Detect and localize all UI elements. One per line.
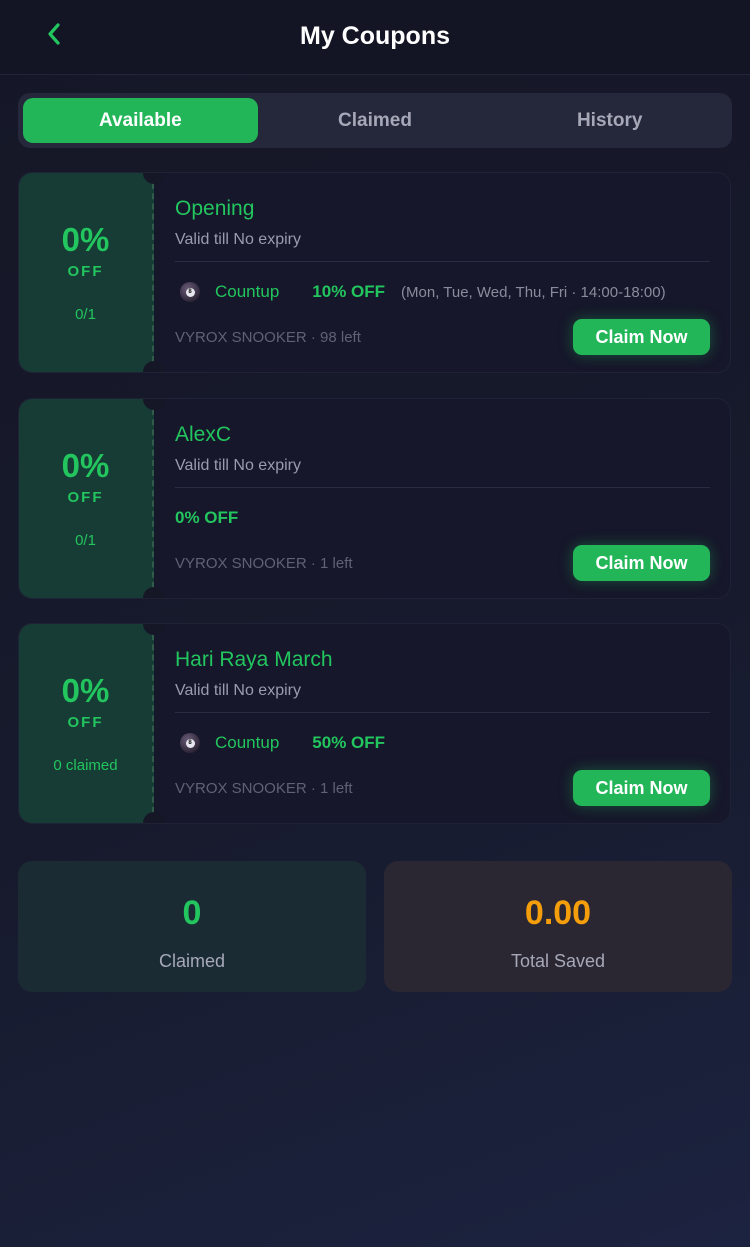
coupon-store: VYROX SNOOKER · 98 left bbox=[175, 329, 361, 346]
coupon-card: 0% OFF 0/1 AlexC Valid till No expiry 0%… bbox=[18, 398, 731, 599]
coupon-card: 0% OFF 0/1 Opening Valid till No expiry … bbox=[18, 172, 731, 373]
claimed-stat-card: 0 Claimed bbox=[18, 861, 366, 992]
coupon-store: VYROX SNOOKER · 1 left bbox=[175, 555, 353, 572]
tab-claimed[interactable]: Claimed bbox=[258, 98, 493, 143]
coupon-rule: 8 Countup 10% OFF (Mon, Tue, Wed, Thu, F… bbox=[175, 281, 666, 303]
coupon-validity: Valid till No expiry bbox=[175, 457, 301, 474]
coupon-stub: 0% OFF 0/1 bbox=[19, 399, 154, 598]
claim-now-button[interactable]: Claim Now bbox=[573, 770, 710, 806]
coupon-stub: 0% OFF 0/1 bbox=[19, 173, 154, 372]
billiard-ball-icon: 8 bbox=[180, 282, 200, 302]
divider bbox=[175, 261, 710, 262]
coupon-validity: Valid till No expiry bbox=[175, 682, 301, 699]
claimed-label: Claimed bbox=[158, 951, 226, 971]
total-saved-value: 0.00 bbox=[524, 894, 592, 932]
coupon-tabs: Available Claimed History bbox=[18, 93, 732, 148]
billiard-ball-icon: 8 bbox=[180, 733, 200, 753]
coupon-store: VYROX SNOOKER · 1 left bbox=[175, 780, 353, 797]
coupon-off-label: OFF bbox=[67, 489, 104, 506]
coupon-schedule: (Mon, Tue, Wed, Thu, Fri · 14:00-18:00) bbox=[401, 283, 666, 301]
coupon-percent: 0% bbox=[61, 447, 110, 484]
coupon-usage-count: 0 claimed bbox=[53, 757, 118, 774]
tab-available[interactable]: Available bbox=[23, 98, 258, 143]
divider bbox=[175, 712, 710, 713]
coupon-card: 0% OFF 0 claimed Hari Raya March Valid t… bbox=[18, 623, 731, 824]
coupon-name: AlexC bbox=[175, 423, 232, 446]
app-header: My Coupons bbox=[0, 0, 750, 75]
coupon-rule: 8 Countup 50% OFF bbox=[175, 732, 385, 754]
coupon-rule: 0% OFF bbox=[175, 507, 238, 529]
divider bbox=[175, 487, 710, 488]
coupon-name: Hari Raya March bbox=[175, 648, 333, 671]
coupon-name: Opening bbox=[175, 197, 255, 220]
coupon-game: Countup bbox=[215, 733, 280, 752]
coupon-discount: 10% OFF bbox=[312, 282, 386, 301]
coupon-game: Countup bbox=[215, 282, 280, 301]
total-saved-card: 0.00 Total Saved bbox=[384, 861, 732, 992]
ticket-notch bbox=[143, 361, 165, 372]
claim-now-button[interactable]: Claim Now bbox=[573, 545, 710, 581]
ticket-notch bbox=[143, 587, 165, 598]
page-title: My Coupons bbox=[300, 22, 450, 50]
coupon-usage-count: 0/1 bbox=[75, 306, 96, 323]
coupon-off-label: OFF bbox=[67, 263, 104, 280]
claimed-count: 0 bbox=[182, 894, 202, 932]
ticket-notch bbox=[143, 812, 165, 823]
coupon-discount: 50% OFF bbox=[312, 733, 386, 752]
coupon-percent: 0% bbox=[61, 221, 110, 258]
coupon-validity: Valid till No expiry bbox=[175, 231, 301, 248]
tab-history[interactable]: History bbox=[492, 98, 727, 143]
coupon-stub: 0% OFF 0 claimed bbox=[19, 624, 154, 823]
coupon-usage-count: 0/1 bbox=[75, 532, 96, 549]
claim-now-button[interactable]: Claim Now bbox=[573, 319, 710, 355]
coupon-off-label: OFF bbox=[67, 714, 104, 731]
coupon-percent: 0% bbox=[61, 672, 110, 709]
coupon-discount: 0% OFF bbox=[175, 508, 239, 527]
total-saved-label: Total Saved bbox=[510, 951, 606, 971]
